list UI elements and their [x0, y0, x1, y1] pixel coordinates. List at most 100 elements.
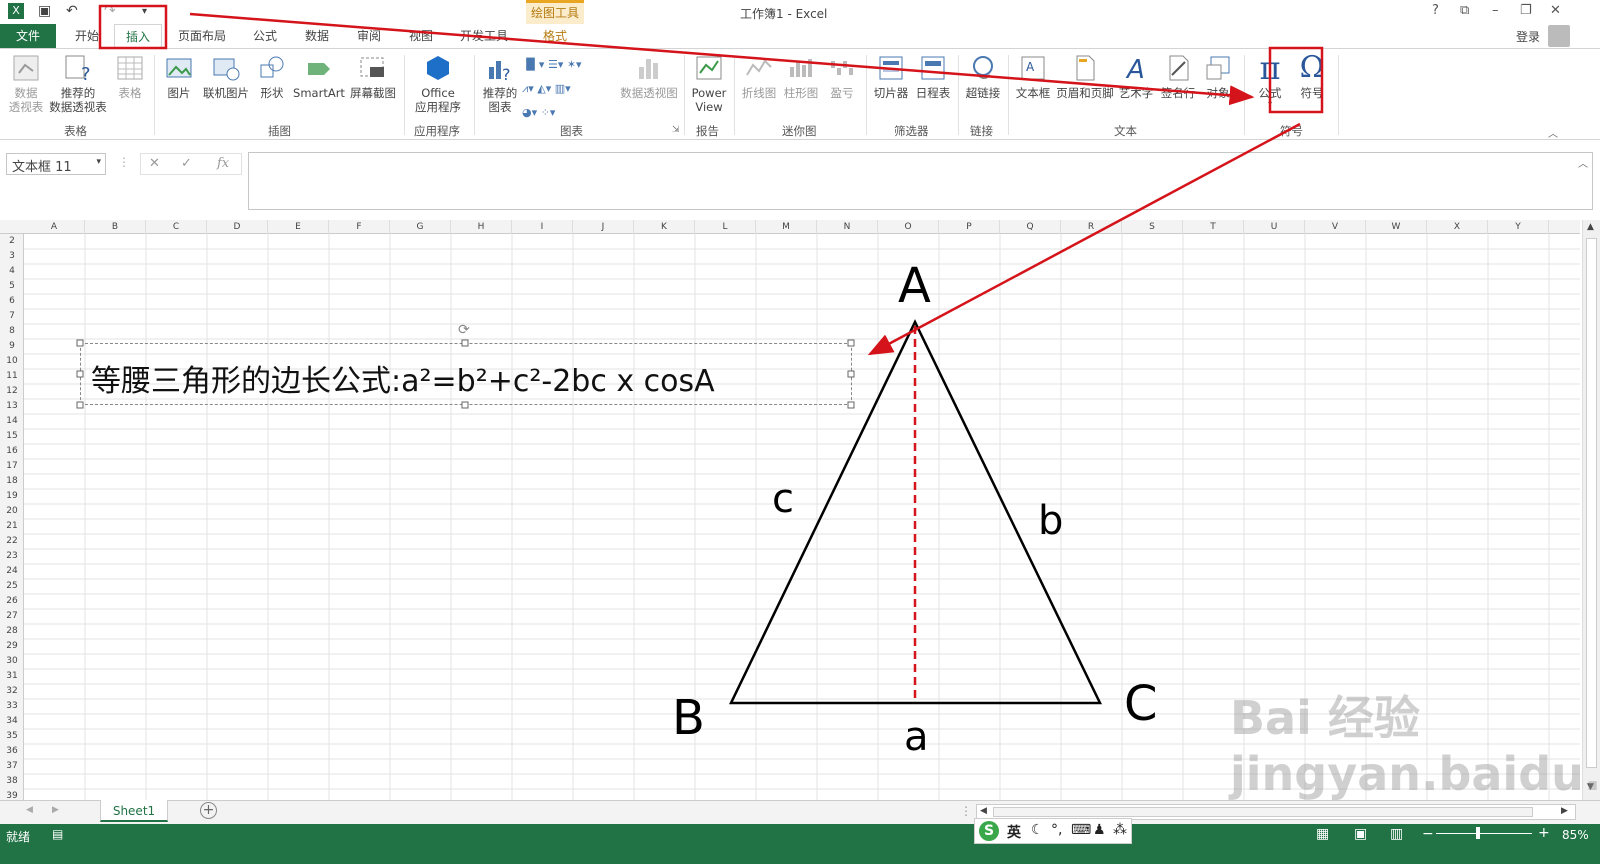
zoom-in-icon[interactable]: +	[1538, 825, 1550, 841]
row-header-20[interactable]: 20	[0, 504, 24, 519]
bar-chart-icon[interactable]: ☰▾	[548, 58, 563, 71]
zoom-level[interactable]: 85%	[1562, 828, 1589, 842]
wordart-button[interactable]: A 艺术字	[1116, 53, 1156, 100]
scroll-right-icon[interactable]: ▶	[1561, 806, 1568, 816]
help-icon[interactable]: ?	[1432, 3, 1439, 18]
formula-textbox[interactable]: 等腰三角形的边长公式:a²=b²+c²-2bc x cosA	[80, 343, 852, 405]
sparkline-winloss-button[interactable]: 盈亏	[822, 53, 862, 100]
column-header-Y[interactable]: Y	[1488, 220, 1549, 234]
row-header-31[interactable]: 31	[0, 669, 24, 684]
recommended-charts-button[interactable]: ? 推荐的 图表	[478, 53, 522, 114]
column-header-C[interactable]: C	[146, 220, 207, 234]
column-header-N[interactable]: N	[817, 220, 878, 234]
skin-icon[interactable]: ⁂	[1113, 822, 1127, 838]
hierarchy-chart-icon[interactable]: ✶▾	[567, 58, 582, 71]
user-icon[interactable]: ♟	[1093, 822, 1106, 838]
row-header-24[interactable]: 24	[0, 564, 24, 579]
zoom-slider[interactable]	[1436, 827, 1532, 839]
column-header-U[interactable]: U	[1244, 220, 1305, 234]
expand-formula-icon[interactable]: ︿	[1578, 155, 1588, 170]
row-header-38[interactable]: 38	[0, 774, 24, 789]
tab-review[interactable]: 审阅	[350, 24, 388, 48]
collapse-ribbon-icon[interactable]: ︿	[1548, 125, 1558, 140]
login-link[interactable]: 登录	[1516, 28, 1540, 45]
page-layout-view-icon[interactable]: ▣	[1354, 826, 1367, 842]
scroll-left-icon[interactable]: ◀	[980, 806, 987, 816]
recommended-pivot-button[interactable]: ? 推荐的 数据透视表	[48, 53, 108, 114]
macro-record-icon[interactable]: ▤	[52, 827, 63, 841]
restore-icon[interactable]: ❐	[1520, 3, 1532, 18]
symbol-button[interactable]: Ω 符号	[1292, 53, 1332, 101]
scatter-chart-icon[interactable]: ⁘▾	[541, 106, 556, 119]
row-header-14[interactable]: 14	[0, 414, 24, 429]
line-chart-icon[interactable]: ⩘▾	[522, 82, 534, 95]
picture-button[interactable]: 图片	[160, 53, 198, 100]
row-header-39[interactable]: 39	[0, 789, 24, 800]
undo-icon[interactable]: ↶	[66, 3, 78, 19]
column-header-D[interactable]: D	[207, 220, 268, 234]
scroll-thumb[interactable]	[1586, 238, 1597, 768]
signature-line-button[interactable]: 签名行	[1158, 53, 1198, 100]
pivot-table-button[interactable]: 数据 透视表	[4, 53, 48, 114]
next-sheet-icon[interactable]: ▶	[52, 805, 59, 815]
ribbon-display-icon[interactable]: ⧉	[1460, 3, 1469, 18]
row-header-4[interactable]: 4	[0, 264, 24, 279]
cancel-icon[interactable]: ✕	[149, 156, 160, 171]
row-header-9[interactable]: 9	[0, 339, 24, 354]
row-header-36[interactable]: 36	[0, 744, 24, 759]
row-header-15[interactable]: 15	[0, 429, 24, 444]
row-header-30[interactable]: 30	[0, 654, 24, 669]
punctuation-icon[interactable]: °,	[1051, 822, 1062, 838]
row-header-37[interactable]: 37	[0, 759, 24, 774]
row-header-34[interactable]: 34	[0, 714, 24, 729]
row-header-33[interactable]: 33	[0, 699, 24, 714]
tab-insert[interactable]: 插入	[114, 24, 162, 48]
column-header-H[interactable]: H	[451, 220, 512, 234]
keyboard-icon[interactable]: ⌨	[1071, 822, 1091, 838]
minimize-icon[interactable]: –	[1492, 3, 1499, 18]
row-header-12[interactable]: 12	[0, 384, 24, 399]
namebox-dropdown-icon[interactable]: ▾	[96, 157, 101, 167]
h-scroll-thumb[interactable]	[993, 807, 1533, 817]
header-footer-button[interactable]: 页眉和页脚	[1054, 53, 1116, 100]
column-header-O[interactable]: O	[878, 220, 939, 234]
enter-icon[interactable]: ✓	[181, 156, 192, 171]
row-header-35[interactable]: 35	[0, 729, 24, 744]
area-chart-icon[interactable]: ◭▾	[537, 82, 551, 95]
column-header-S[interactable]: S	[1122, 220, 1183, 234]
office-apps-button[interactable]: Office 应用程序	[408, 53, 468, 114]
avatar[interactable]	[1548, 25, 1570, 47]
row-header-22[interactable]: 22	[0, 534, 24, 549]
scroll-up-icon[interactable]: ▲	[1587, 222, 1594, 232]
normal-view-icon[interactable]: ▦	[1316, 826, 1329, 842]
textbox-button[interactable]: A 文本框	[1012, 53, 1054, 100]
row-header-18[interactable]: 18	[0, 474, 24, 489]
row-header-13[interactable]: 13	[0, 399, 24, 414]
row-header-25[interactable]: 25	[0, 579, 24, 594]
tab-data[interactable]: 数据	[298, 24, 336, 48]
object-button[interactable]: 对象	[1198, 53, 1238, 100]
smartart-button[interactable]: SmartArt	[292, 53, 346, 100]
power-view-button[interactable]: Power View	[688, 53, 730, 114]
formula-bar-handle-icon[interactable]: ⋮	[118, 155, 130, 169]
row-header-28[interactable]: 28	[0, 624, 24, 639]
column-header-T[interactable]: T	[1183, 220, 1244, 234]
new-sheet-icon[interactable]: +	[200, 802, 217, 819]
online-picture-button[interactable]: 联机图片	[198, 53, 254, 100]
tab-home[interactable]: 开始	[66, 24, 108, 48]
stat-chart-icon[interactable]: ▥▾	[555, 82, 571, 95]
column-header-M[interactable]: M	[756, 220, 817, 234]
timeline-button[interactable]: 日程表	[912, 53, 954, 100]
sogou-icon[interactable]: S	[979, 821, 999, 841]
shapes-button[interactable]: 形状	[254, 53, 290, 100]
charts-dialog-launcher-icon[interactable]: ⇲	[672, 125, 680, 135]
zoom-slider-thumb[interactable]	[1476, 827, 1480, 839]
column-header-X[interactable]: X	[1427, 220, 1488, 234]
row-header-32[interactable]: 32	[0, 684, 24, 699]
column-header-V[interactable]: V	[1305, 220, 1366, 234]
row-header-29[interactable]: 29	[0, 639, 24, 654]
row-header-19[interactable]: 19	[0, 489, 24, 504]
tab-view[interactable]: 视图	[402, 24, 440, 48]
row-header-6[interactable]: 6	[0, 294, 24, 309]
save-icon[interactable]: ▣	[38, 3, 51, 19]
